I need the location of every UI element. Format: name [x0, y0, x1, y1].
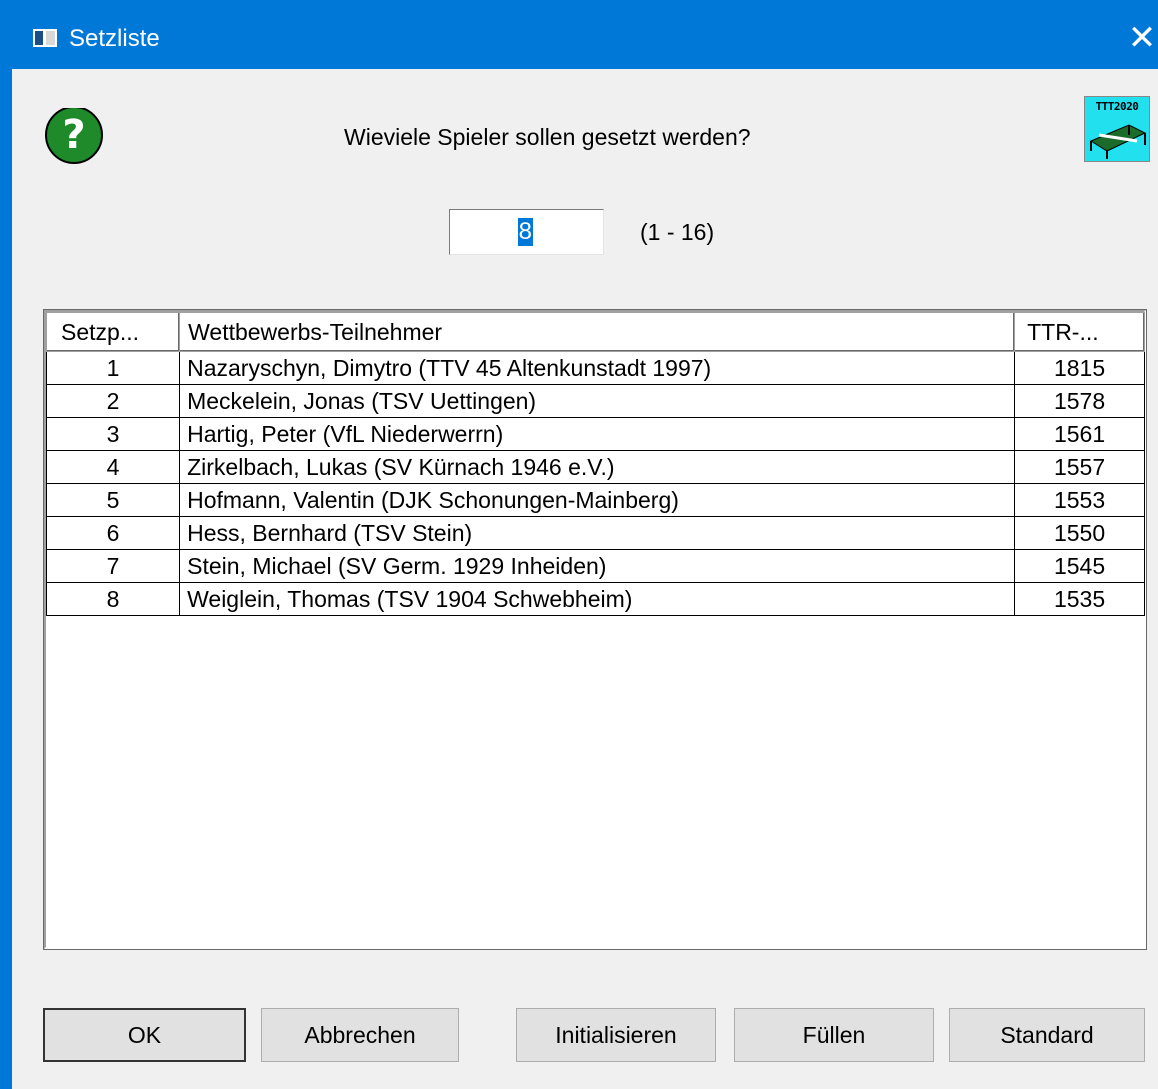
fill-button[interactable]: Füllen	[734, 1008, 934, 1062]
seed-list-grid[interactable]: Setzp... Wettbewerbs-Teilnehmer TTR-... …	[43, 309, 1147, 950]
participant-cell[interactable]: Hess, Bernhard (TSV Stein)	[179, 516, 1016, 550]
participant-cell[interactable]: Zirkelbach, Lukas (SV Kürnach 1946 e.V.)	[179, 450, 1016, 484]
table-header-row: Setzp... Wettbewerbs-Teilnehmer TTR-...	[45, 312, 1145, 352]
table-row[interactable]: 2 Meckelein, Jonas (TSV Uettingen) 1578	[45, 384, 1145, 418]
participant-cell[interactable]: Meckelein, Jonas (TSV Uettingen)	[179, 384, 1016, 418]
seed-count-input[interactable]: 8	[449, 209, 604, 255]
ttr-cell[interactable]: 1815	[1014, 351, 1145, 385]
window-title: Setzliste	[69, 25, 160, 52]
seed-cell[interactable]: 7	[45, 549, 181, 583]
participant-cell[interactable]: Hofmann, Valentin (DJK Schonungen-Mainbe…	[179, 483, 1016, 517]
column-header-participant[interactable]: Wettbewerbs-Teilnehmer	[179, 312, 1016, 352]
seed-cell[interactable]: 1	[45, 351, 181, 385]
table-row[interactable]: 1 Nazaryschyn, Dimytro (TTV 45 Altenkuns…	[45, 351, 1145, 385]
seed-count-range: (1 - 16)	[640, 219, 715, 245]
ttr-cell[interactable]: 1545	[1014, 549, 1145, 583]
svg-text:?: ?	[62, 112, 85, 158]
ok-button[interactable]: OK	[43, 1008, 246, 1062]
seed-cell[interactable]: 8	[45, 582, 181, 616]
ttr-cell[interactable]: 1561	[1014, 417, 1145, 451]
standard-button[interactable]: Standard	[949, 1008, 1145, 1062]
column-header-seed[interactable]: Setzp...	[45, 312, 181, 352]
table-row[interactable]: 7 Stein, Michael (SV Germ. 1929 Inheiden…	[45, 549, 1145, 583]
seed-list-table: Setzp... Wettbewerbs-Teilnehmer TTR-... …	[45, 312, 1145, 616]
close-button[interactable]: ✕	[1126, 14, 1158, 62]
seed-count-question: Wieviele Spieler sollen gesetzt werden?	[344, 124, 751, 150]
ttr-cell[interactable]: 1557	[1014, 450, 1145, 484]
seed-count-value[interactable]: 8	[517, 218, 533, 246]
table-tennis-table-icon	[1089, 124, 1147, 159]
ttr-cell[interactable]: 1550	[1014, 516, 1145, 550]
seed-cell[interactable]: 2	[45, 384, 181, 418]
participant-cell[interactable]: Hartig, Peter (VfL Niederwerrn)	[179, 417, 1016, 451]
window-border	[0, 69, 12, 1089]
table-row[interactable]: 6 Hess, Bernhard (TSV Stein) 1550	[45, 516, 1145, 550]
participant-cell[interactable]: Weiglein, Thomas (TSV 1904 Schwebheim)	[179, 582, 1016, 616]
table-row[interactable]: 8 Weiglein, Thomas (TSV 1904 Schwebheim)…	[45, 582, 1145, 616]
seed-cell[interactable]: 6	[45, 516, 181, 550]
table-row[interactable]: 4 Zirkelbach, Lukas (SV Kürnach 1946 e.V…	[45, 450, 1145, 484]
seed-cell[interactable]: 5	[45, 483, 181, 517]
initialize-button[interactable]: Initialisieren	[516, 1008, 716, 1062]
table-row[interactable]: 5 Hofmann, Valentin (DJK Schonungen-Main…	[45, 483, 1145, 517]
title-bar[interactable]: Setzliste ✕	[0, 0, 1158, 69]
question-mark-icon: ?	[45, 108, 103, 164]
table-row[interactable]: 3 Hartig, Peter (VfL Niederwerrn) 1561	[45, 417, 1145, 451]
participant-cell[interactable]: Nazaryschyn, Dimytro (TTV 45 Altenkunsta…	[179, 351, 1016, 385]
cancel-button[interactable]: Abbrechen	[261, 1008, 459, 1062]
window-icon	[33, 29, 57, 47]
seed-cell[interactable]: 3	[45, 417, 181, 451]
ttt2020-logo: TTT2020	[1084, 96, 1150, 162]
ttr-cell[interactable]: 1535	[1014, 582, 1145, 616]
seed-cell[interactable]: 4	[45, 450, 181, 484]
ttr-cell[interactable]: 1553	[1014, 483, 1145, 517]
ttr-cell[interactable]: 1578	[1014, 384, 1145, 418]
participant-cell[interactable]: Stein, Michael (SV Germ. 1929 Inheiden)	[179, 549, 1016, 583]
setzliste-dialog: Setzliste ✕ ? TTT2020 Wieviele Spieler s…	[0, 0, 1158, 1089]
column-header-ttr[interactable]: TTR-...	[1014, 312, 1145, 352]
